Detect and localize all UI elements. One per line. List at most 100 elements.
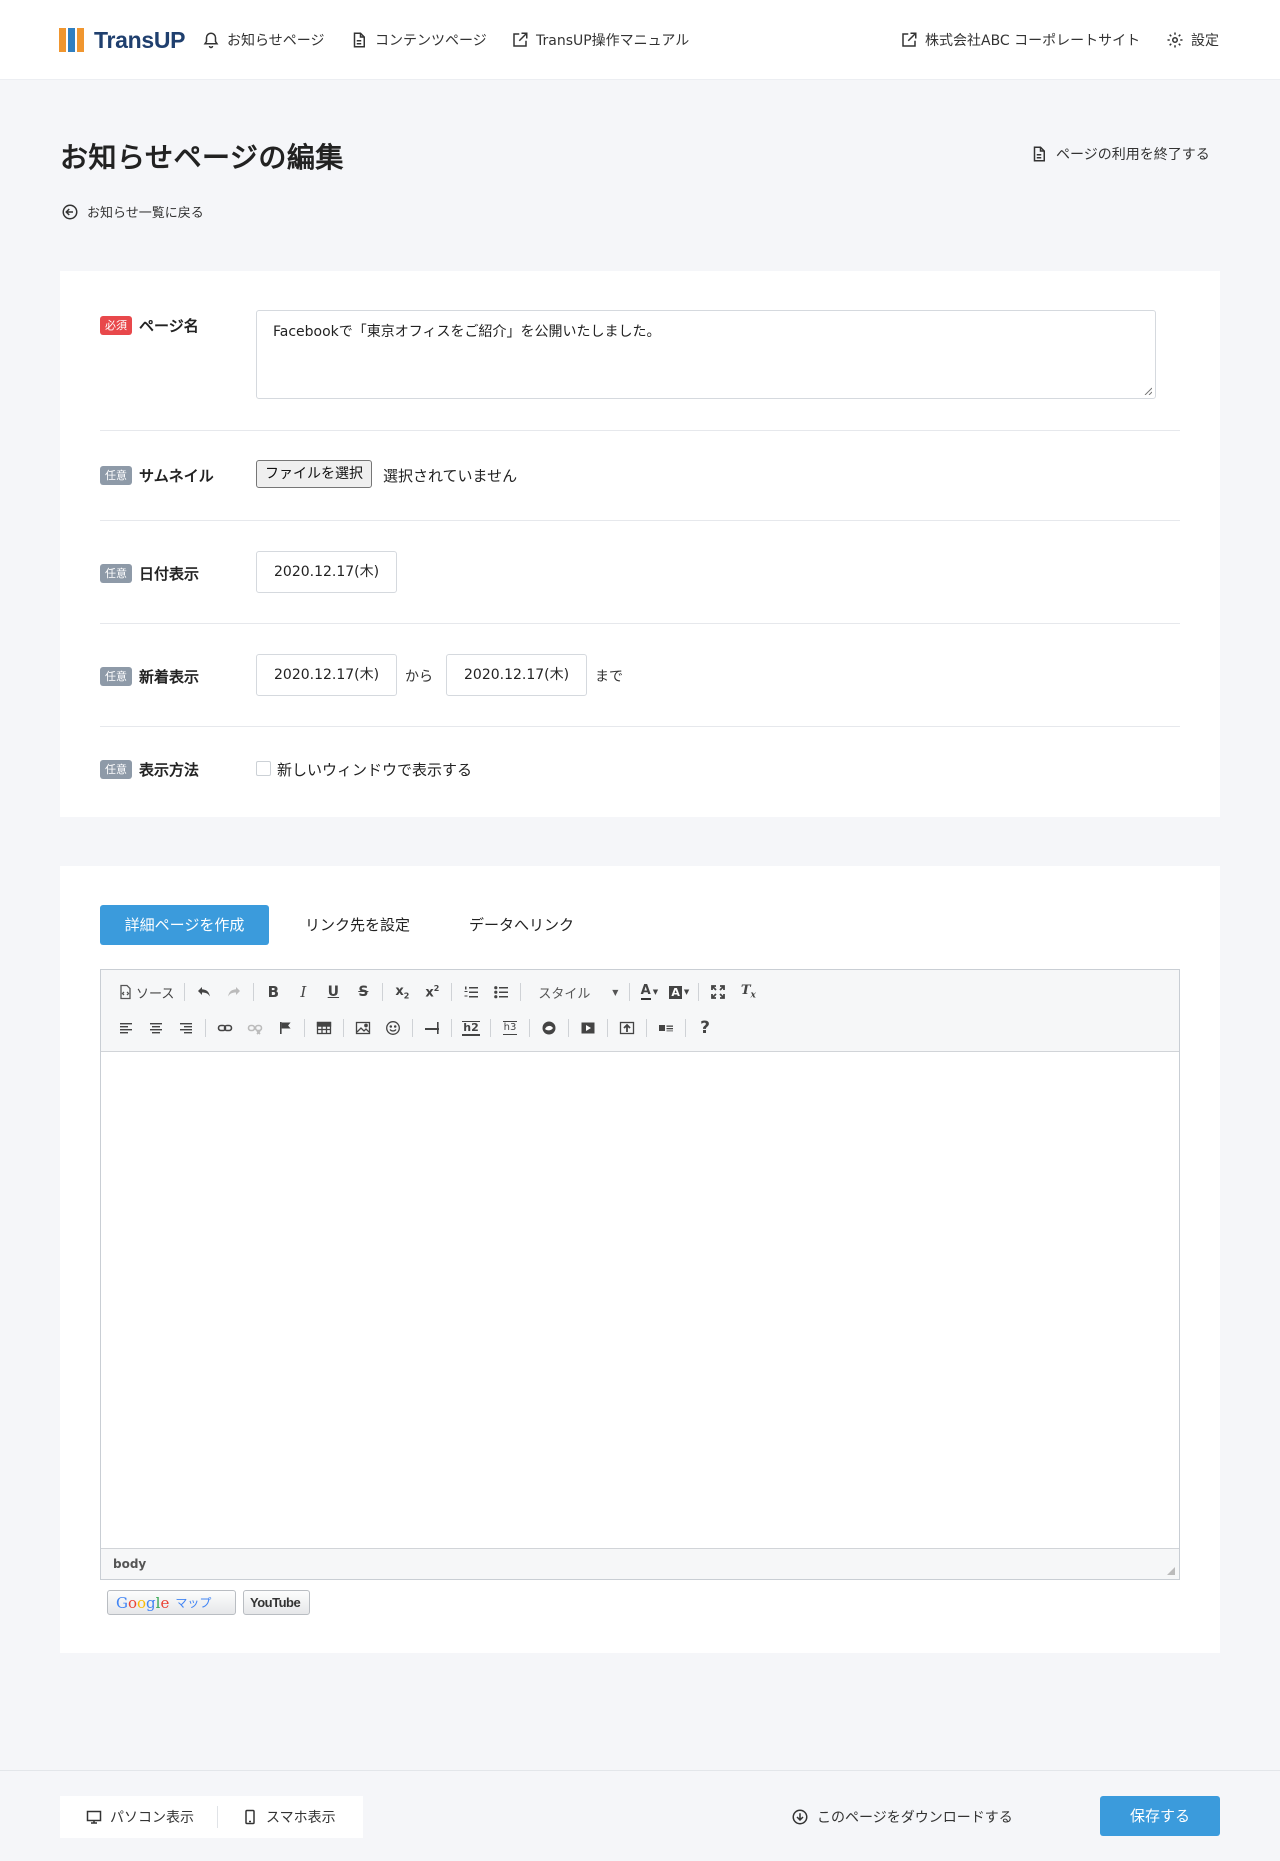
- style-dropdown-label: スタイル: [538, 986, 591, 1002]
- remove-format-button[interactable]: Tx: [736, 980, 760, 1004]
- file-select-button[interactable]: ファイルを選択: [256, 460, 372, 488]
- horizontal-rule-button[interactable]: [420, 1016, 444, 1040]
- pc-view-button[interactable]: パソコン表示: [86, 1807, 194, 1827]
- superscript-icon: x2: [425, 983, 440, 1001]
- image-button[interactable]: [351, 1016, 375, 1040]
- numbered-list-button[interactable]: [459, 980, 483, 1004]
- new-display-from-input[interactable]: 2020.12.17(木): [256, 654, 397, 696]
- toolbar-separator: [607, 1019, 608, 1037]
- maps-label: マップ: [175, 1596, 212, 1610]
- tab-set-link[interactable]: リンク先を設定: [305, 905, 410, 945]
- nav-contents-label: コンテンツページ: [375, 33, 487, 49]
- google-maps-button[interactable]: Google マップ: [107, 1590, 236, 1615]
- optional-badge: 任意: [100, 564, 132, 583]
- text-color-button[interactable]: A ▼: [637, 980, 661, 1004]
- link-button[interactable]: [213, 1016, 237, 1040]
- nav-contents[interactable]: コンテンツページ: [350, 28, 487, 52]
- toolbar-separator: [451, 1019, 452, 1037]
- editor-content-area[interactable]: [101, 1052, 1179, 1548]
- date-display-input[interactable]: 2020.12.17(木): [256, 551, 397, 593]
- page-name-textarea[interactable]: Facebookで「東京オフィスをご紹介」を公開いたしました。: [256, 310, 1156, 399]
- widget-button[interactable]: [537, 1016, 561, 1040]
- youtube-button[interactable]: YouTube: [243, 1590, 310, 1615]
- align-center-button[interactable]: [144, 1016, 168, 1040]
- block-layout-icon: [659, 1025, 673, 1032]
- nav-corporate-site[interactable]: 株式会社ABC コーポレートサイト: [900, 28, 1140, 52]
- back-label: お知らせ一覧に戻る: [87, 206, 204, 221]
- underline-button[interactable]: U: [321, 980, 345, 1004]
- sp-view-button[interactable]: スマホ表示: [242, 1807, 336, 1827]
- new-display-row: 任意 新着表示 2020.12.17(木) から 2020.12.17(木) ま…: [100, 624, 1180, 727]
- block-button[interactable]: [654, 1016, 678, 1040]
- nav-notice[interactable]: お知らせページ: [202, 28, 324, 52]
- redo-button[interactable]: [222, 980, 246, 1004]
- toolbar-separator: [451, 983, 453, 1001]
- content-editor-card: 詳細ページを作成 リンク先を設定 データへリンク ソース B I U S x2 …: [60, 866, 1220, 1653]
- element-path[interactable]: body: [113, 1557, 146, 1571]
- bullet-list-button[interactable]: [489, 980, 513, 1004]
- strikethrough-icon: S: [358, 984, 369, 1000]
- bg-color-button[interactable]: A ▼: [667, 980, 691, 1004]
- undo-button[interactable]: [192, 980, 216, 1004]
- toolbar-separator: [253, 983, 255, 1001]
- new-window-checkbox[interactable]: [256, 761, 271, 776]
- nav-notice-label: お知らせページ: [227, 33, 325, 49]
- table-button[interactable]: [312, 1016, 336, 1040]
- flag-icon: [280, 1022, 291, 1034]
- video-play-icon: [581, 1022, 595, 1034]
- nav-manual[interactable]: TransUP操作マニュアル: [511, 28, 689, 52]
- bold-button[interactable]: B: [261, 980, 285, 1004]
- h3-button[interactable]: h3: [498, 1016, 522, 1040]
- date-display-row: 任意 日付表示 2020.12.17(木): [100, 521, 1180, 624]
- unlink-icon: [247, 1024, 263, 1035]
- h2-button[interactable]: h2: [459, 1016, 483, 1040]
- italic-button[interactable]: I: [291, 980, 315, 1004]
- align-left-button[interactable]: [114, 1016, 138, 1040]
- maximize-button[interactable]: [706, 980, 730, 1004]
- gear-icon: [1167, 32, 1183, 48]
- optional-badge: 任意: [100, 466, 132, 485]
- external-link-icon: [513, 32, 528, 47]
- align-center-icon: [150, 1023, 162, 1034]
- upload-icon: [619, 1021, 635, 1035]
- thumbnail-label: 任意 サムネイル: [100, 465, 214, 486]
- youtube-label: YouTube: [250, 1595, 301, 1610]
- strike-button[interactable]: S: [351, 980, 375, 1004]
- h2-icon: h2: [462, 1020, 480, 1036]
- date-display-label: 任意 日付表示: [100, 563, 199, 584]
- toolbar-separator: [343, 1019, 344, 1037]
- remove-format-icon: Tx: [740, 983, 756, 1001]
- resize-grip-icon[interactable]: [1165, 1565, 1175, 1575]
- sp-view-label: スマホ表示: [266, 1810, 336, 1826]
- emoji-button[interactable]: [381, 1016, 405, 1040]
- help-button[interactable]: ?: [693, 1016, 717, 1040]
- tab-create-detail[interactable]: 詳細ページを作成: [100, 905, 269, 945]
- unlink-button[interactable]: [243, 1016, 267, 1040]
- source-button[interactable]: ソース: [114, 980, 177, 1004]
- tab-link-data[interactable]: データへリンク: [469, 905, 574, 945]
- end-use-link[interactable]: ページの利用を終了する: [1030, 144, 1210, 164]
- toolbar-separator: [520, 983, 522, 1001]
- upload-button[interactable]: [615, 1016, 639, 1040]
- bold-icon: B: [267, 983, 280, 1001]
- resize-grip-icon[interactable]: [1144, 387, 1152, 395]
- back-to-list-link[interactable]: お知らせ一覧に戻る: [61, 202, 204, 221]
- anchor-button[interactable]: [273, 1016, 297, 1040]
- new-window-label[interactable]: 新しいウィンドウで表示する: [277, 759, 472, 780]
- page-name-label: 必須 ページ名: [100, 315, 199, 336]
- download-page-link[interactable]: このページをダウンロードする: [791, 1807, 1013, 1827]
- align-right-button[interactable]: [174, 1016, 198, 1040]
- new-display-label-text: 新着表示: [139, 668, 200, 686]
- from-text: から: [405, 669, 433, 685]
- logo[interactable]: TransUP: [59, 26, 186, 54]
- subscript-button[interactable]: x2: [390, 980, 414, 1004]
- page-name-row: 必須 ページ名 Facebookで「東京オフィスをご紹介」を公開いたしました。: [100, 271, 1180, 431]
- video-button[interactable]: [576, 1016, 600, 1040]
- nav-settings[interactable]: 設定: [1166, 28, 1219, 52]
- style-dropdown[interactable]: スタイル ▼: [528, 980, 622, 1004]
- new-display-label: 任意 新着表示: [100, 666, 199, 687]
- save-button[interactable]: 保存する: [1100, 1796, 1220, 1836]
- new-display-to-input[interactable]: 2020.12.17(木): [446, 654, 587, 696]
- superscript-button[interactable]: x2: [420, 980, 444, 1004]
- toolbar-separator: [304, 1019, 305, 1037]
